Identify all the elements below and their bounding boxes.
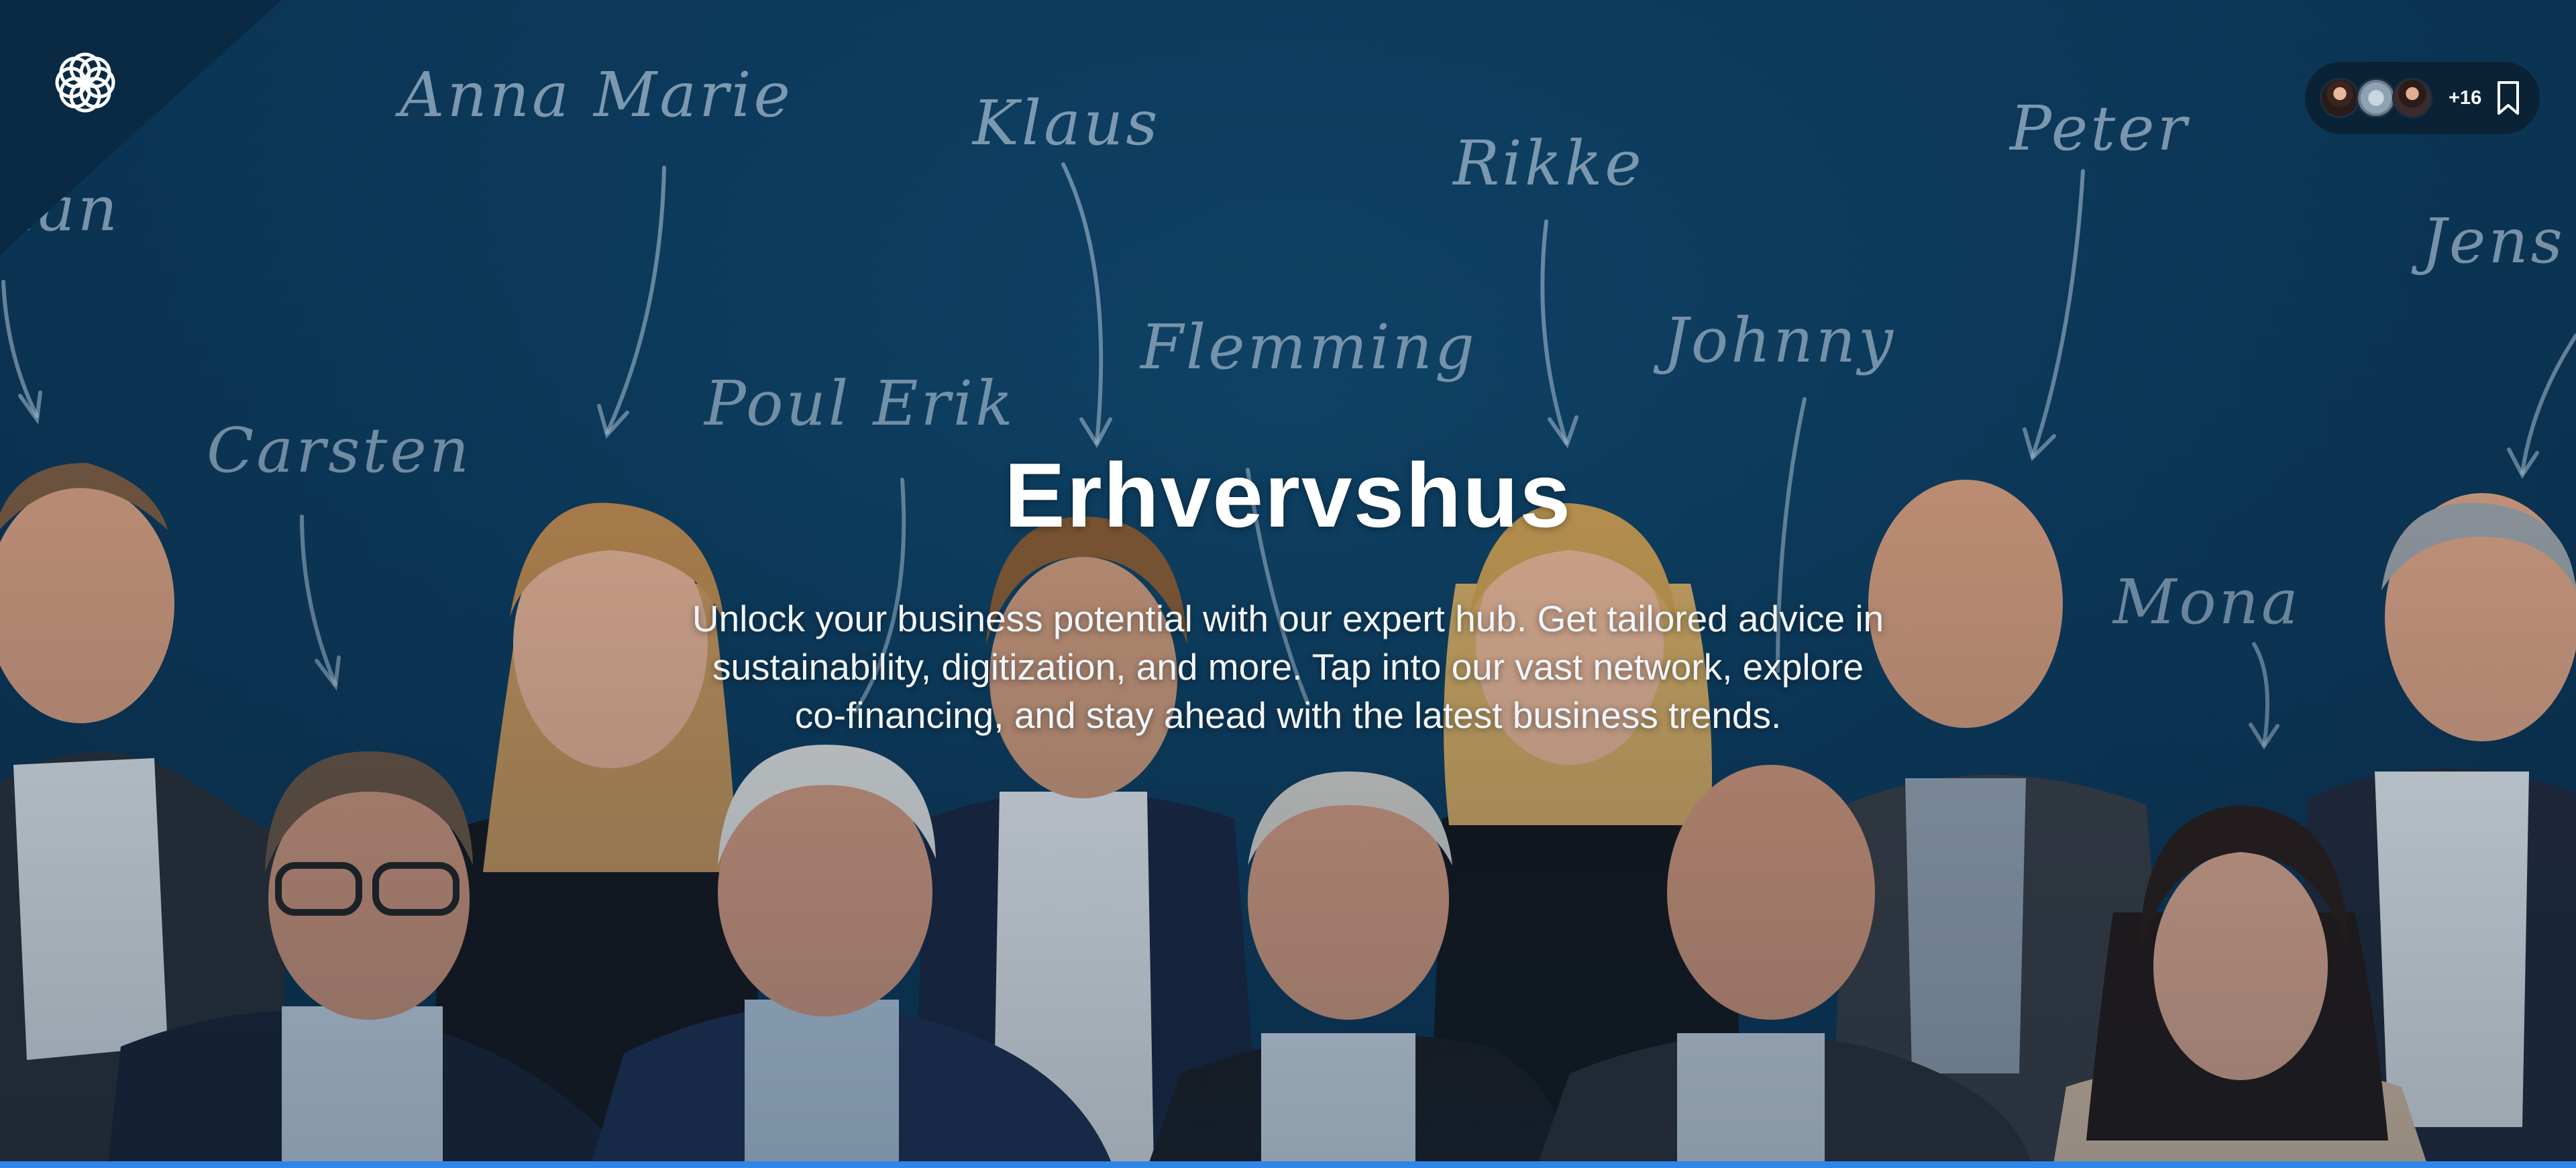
bookmark-icon[interactable] [2495, 80, 2522, 116]
page-title: Erhvervshus [1004, 444, 1572, 546]
avatar[interactable] [2356, 78, 2396, 118]
flower-logo-icon[interactable] [47, 44, 123, 121]
team-photo [0, 463, 2576, 1168]
contributors-pill[interactable]: +16 [2305, 62, 2540, 134]
hero-description: Unlock your business potential with our … [692, 598, 1884, 736]
more-contributors-count[interactable]: +16 [2449, 87, 2481, 109]
corner-shape [0, 0, 282, 255]
accent-bar [0, 1161, 2576, 1168]
avatar[interactable] [2392, 78, 2432, 118]
avatar[interactable] [2320, 78, 2360, 118]
hero-banner: llan Anna Marie Klaus Rikke Peter Jens C… [0, 0, 2576, 1168]
